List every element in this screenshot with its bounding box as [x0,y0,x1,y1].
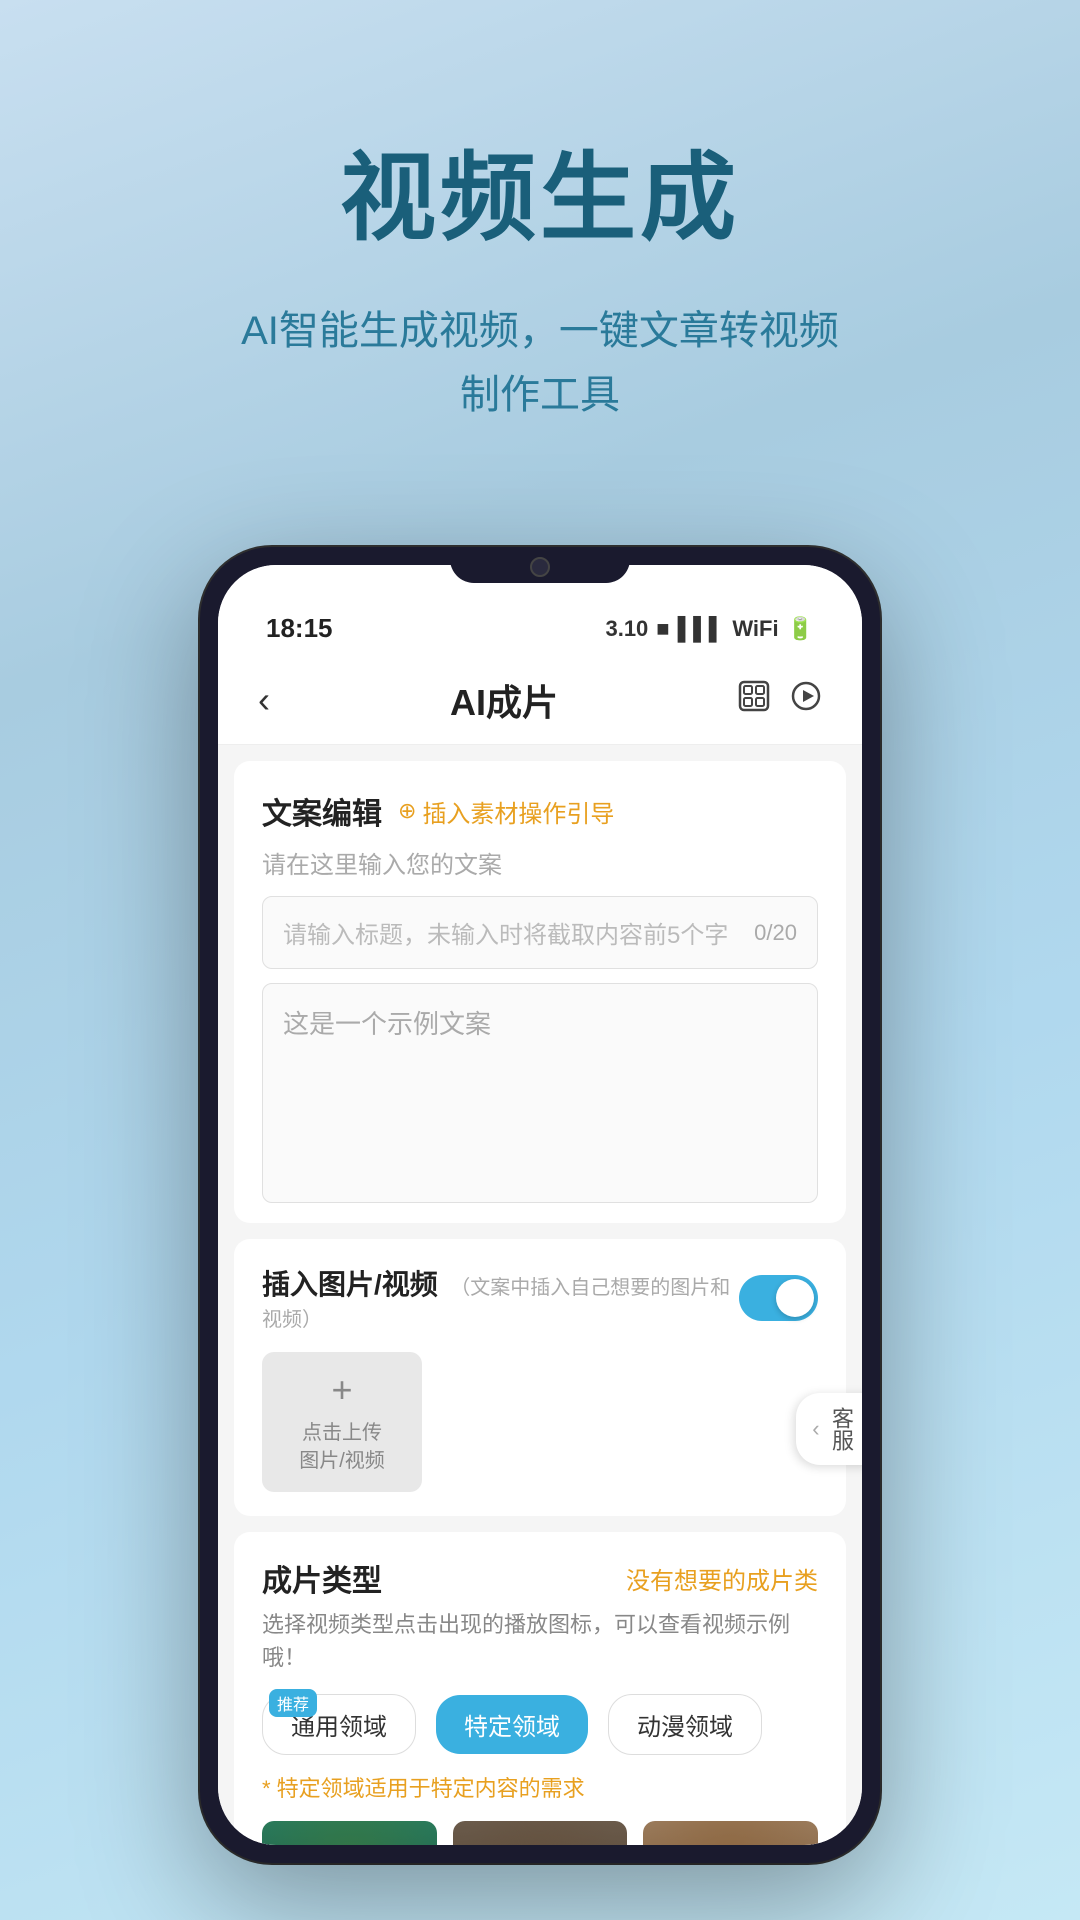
card-guoxue[interactable]: 国学 ▶ [262,1821,437,1845]
hero-section: 视频生成 AI智能生成视频，一键文章转视频 制作工具 [0,0,1080,487]
network-speed: 3.10 [605,616,648,642]
app-content: 文案编辑 ⊕ 插入素材操作引导 请在这里输入您的文案 请输入标题，未输入时将截取… [218,745,862,1845]
card-bg-guoxue [262,1821,437,1845]
back-button[interactable]: ‹ [258,679,270,721]
title-counter: 0/20 [754,920,797,946]
tabs-row: 推荐 通用领域 特定领域 动漫领域 [262,1694,818,1755]
card-bg-yuer [643,1821,818,1845]
section-title: 文案编辑 [262,789,382,833]
header-title: AI成片 [450,674,558,726]
tab-anime[interactable]: 动漫领域 [608,1694,762,1755]
header-actions [738,680,822,721]
hero-subtitle: AI智能生成视频，一键文章转视频 制作工具 [60,299,1020,427]
phone-mockup: 18:15 3.10 ■ ▌▌▌ WiFi 🔋 ‹ AI成片 [200,547,880,1863]
video-type-section: 成片类型 没有想要的成片类 选择视频类型点击出现的播放图标，可以查看视频示例哦！… [234,1532,846,1845]
content-textarea[interactable]: 这是一个示例文案 [262,983,818,1203]
card-shijing[interactable]: 市井生活 [453,1821,628,1845]
phone-frame: 18:15 3.10 ■ ▌▌▌ WiFi 🔋 ‹ AI成片 [200,547,880,1863]
guide-label[interactable]: ⊕ 插入素材操作引导 [398,794,614,829]
upload-button[interactable]: + 点击上传 图片/视频 [262,1352,422,1492]
signal-icon: ▌▌▌ [678,616,725,642]
section-header: 文案编辑 ⊕ 插入素材操作引导 [262,789,818,833]
insert-row: 插入图片/视频 （文案中插入自己想要的图片和视频） [262,1263,818,1332]
battery-icon: 🔋 [787,616,814,642]
insert-media-section: 插入图片/视频 （文案中插入自己想要的图片和视频） + 点击上传 图片/视频 [234,1239,846,1516]
type-title: 成片类型 [262,1556,382,1600]
cs-arrow-icon: ‹ [812,1416,819,1442]
gallery-icon[interactable] [738,680,770,721]
copywriting-section: 文案编辑 ⊕ 插入素材操作引导 请在这里输入您的文案 请输入标题，未输入时将截取… [234,761,846,1223]
customer-service-button[interactable]: ‹ 客服 [796,1393,862,1465]
status-right: 3.10 ■ ▌▌▌ WiFi 🔋 [605,616,814,642]
play-circle-icon[interactable] [790,680,822,721]
tab-general[interactable]: 推荐 通用领域 [262,1694,416,1755]
app-header: ‹ AI成片 [218,656,862,745]
guide-icon: ⊕ [398,798,416,824]
title-placeholder: 请输入标题，未输入时将截取内容前5个字 [283,915,728,950]
status-time: 18:15 [266,613,333,644]
tab-specific[interactable]: 特定领域 [436,1695,588,1754]
title-input[interactable]: 请输入标题，未输入时将截取内容前5个字 0/20 [262,896,818,969]
phone-notch [450,547,630,583]
plus-icon: + [331,1369,352,1411]
type-more[interactable]: 没有想要的成片类 [626,1561,818,1596]
phone-screen: 18:15 3.10 ■ ▌▌▌ WiFi 🔋 ‹ AI成片 [218,565,862,1845]
content-placeholder: 这是一个示例文案 [283,1009,491,1039]
wifi-icon: WiFi [732,616,778,642]
insert-label: 插入图片/视频 [262,1269,438,1300]
section-hint: 请在这里输入您的文案 [262,845,818,880]
toggle-knob [776,1279,814,1317]
insert-toggle[interactable] [739,1275,818,1321]
upload-text: 点击上传 图片/视频 [299,1419,385,1475]
card-bg-shijing [453,1821,628,1845]
type-desc: 选择视频类型点击出现的播放图标，可以查看视频示例哦！ [262,1608,818,1674]
hero-title: 视频生成 [60,120,1020,259]
insert-label-group: 插入图片/视频 （文案中插入自己想要的图片和视频） [262,1263,739,1332]
phone-camera [530,557,550,577]
type-header: 成片类型 没有想要的成片类 [262,1556,818,1600]
card-yuer[interactable]: 育儿 [643,1821,818,1845]
cs-label: 客服 [828,1407,854,1451]
type-note: * 特定领域适用于特定内容的需求 [262,1771,818,1803]
video-cards-grid: 国学 ▶ 市井生活 [262,1821,818,1845]
tab-badge-general: 推荐 [269,1689,317,1717]
sim-icon: ■ [656,616,669,642]
